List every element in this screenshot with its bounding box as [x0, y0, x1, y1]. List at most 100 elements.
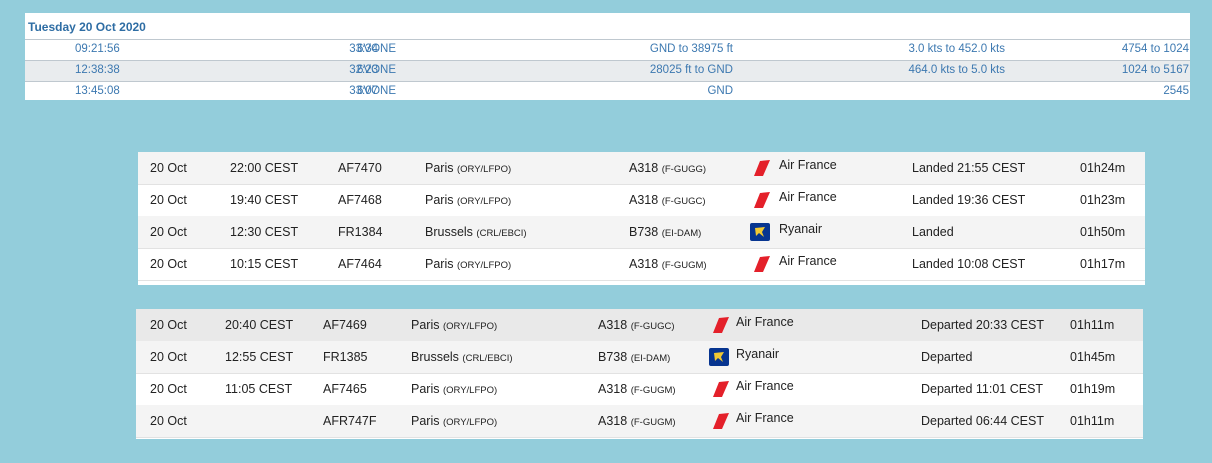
- flight-date: 20 Oct: [150, 161, 187, 175]
- aircraft-registration: (F-GUGM): [630, 385, 676, 396]
- history-flight-link[interactable]: 6VONE: [357, 64, 396, 76]
- history-flight-link[interactable]: 6VONE: [357, 43, 396, 55]
- flight-row[interactable]: 20 Oct 22:00 CEST AF7470 Paris (ORY/LFPO…: [138, 152, 1145, 185]
- flight-row[interactable]: 20 Oct 12:30 CEST FR1384 Brussels (CRL/E…: [138, 216, 1145, 249]
- history-altitude: 28025 ft to GND: [649, 64, 733, 76]
- flight-route[interactable]: Paris (ORY/LFPO): [411, 414, 497, 428]
- flight-history-table: Tuesday 20 Oct 2020 09:21:56 33:34 6VONE…: [25, 13, 1190, 100]
- route-codes: (CRL/EBCI): [462, 353, 513, 364]
- airline-name: Air France: [779, 254, 837, 268]
- route-codes: (ORY/LFPO): [456, 260, 512, 271]
- aircraft-type: A318: [598, 382, 628, 396]
- flight-route[interactable]: Paris (ORY/LFPO): [411, 382, 497, 396]
- airline-name: Air France: [736, 379, 794, 393]
- flight-duration: 01h17m: [1080, 257, 1126, 271]
- history-row[interactable]: 13:45:08 33:07 6VONE GND 2545: [25, 81, 1190, 102]
- route-codes: (CRL/EBCI): [476, 228, 527, 239]
- route-city: Paris: [425, 161, 454, 175]
- aircraft-type: B738: [598, 350, 628, 364]
- flight-number[interactable]: AFR747F: [323, 414, 377, 428]
- flight-row[interactable]: 20 Oct AFR747F Paris (ORY/LFPO) A318 (F-…: [136, 405, 1143, 438]
- route-city: Paris: [411, 382, 440, 396]
- flight-date: 20 Oct: [150, 318, 187, 332]
- airline-logo-icon: [709, 380, 729, 398]
- airline-name: Air France: [779, 158, 837, 172]
- route-codes: (ORY/LFPO): [442, 385, 498, 396]
- flight-status: Landed 19:36 CEST: [912, 193, 1026, 207]
- history-speed: 3.0 kts to 452.0 kts: [908, 43, 1005, 55]
- flight-number[interactable]: AF7465: [323, 382, 367, 396]
- flight-aircraft[interactable]: A318 (F-GUGC): [629, 193, 705, 207]
- flight-date: 20 Oct: [150, 257, 187, 271]
- route-city: Paris: [425, 257, 454, 271]
- aircraft-type: A318: [598, 318, 628, 332]
- flight-aircraft[interactable]: A318 (F-GUGG): [629, 161, 706, 175]
- history-altitude: GND to 38975 ft: [649, 43, 733, 55]
- history-squawk: 1024 to 5167: [1121, 64, 1189, 76]
- aircraft-type: A318: [629, 161, 659, 175]
- flight-time: 22:00 CEST: [230, 161, 299, 175]
- airline-name: Ryanair: [779, 222, 823, 236]
- flight-route[interactable]: Brussels (CRL/EBCI): [425, 225, 527, 239]
- airline-name: Ryanair: [736, 347, 780, 361]
- flight-status: Departed 20:33 CEST: [921, 318, 1044, 332]
- flight-number[interactable]: AF7464: [338, 257, 382, 271]
- route-city: Brussels: [425, 225, 473, 239]
- flight-number[interactable]: FR1384: [338, 225, 382, 239]
- flight-aircraft[interactable]: A318 (F-GUGM): [598, 414, 676, 428]
- airline-logo-icon: [750, 159, 770, 177]
- flight-route[interactable]: Paris (ORY/LFPO): [411, 318, 497, 332]
- history-time: 09:21:56: [75, 43, 120, 55]
- flight-aircraft[interactable]: A318 (F-GUGC): [598, 318, 674, 332]
- flight-time: 20:40 CEST: [225, 318, 294, 332]
- flight-status: Landed: [912, 225, 954, 239]
- flight-duration: 01h24m: [1080, 161, 1126, 175]
- flight-duration: 01h11m: [1070, 414, 1115, 428]
- flight-time: 12:55 CEST: [225, 350, 294, 364]
- flight-duration: 01h23m: [1080, 193, 1126, 207]
- flight-time: 10:15 CEST: [230, 257, 299, 271]
- flight-aircraft[interactable]: B738 (EI-DAM): [598, 350, 670, 364]
- flight-number[interactable]: AF7469: [323, 318, 367, 332]
- flight-status: Departed 06:44 CEST: [921, 414, 1044, 428]
- flight-row[interactable]: 20 Oct 10:15 CEST AF7464 Paris (ORY/LFPO…: [138, 248, 1145, 281]
- flight-aircraft[interactable]: B738 (EI-DAM): [629, 225, 701, 239]
- flight-duration: 01h50m: [1080, 225, 1126, 239]
- flight-time: 12:30 CEST: [230, 225, 299, 239]
- flight-route[interactable]: Paris (ORY/LFPO): [425, 257, 511, 271]
- route-city: Paris: [425, 193, 454, 207]
- flight-route[interactable]: Paris (ORY/LFPO): [425, 193, 511, 207]
- history-date-heading: Tuesday 20 Oct 2020: [28, 20, 146, 34]
- aircraft-registration: (EI-DAM): [630, 353, 671, 364]
- flight-duration: 01h11m: [1070, 318, 1115, 332]
- flight-duration: 01h19m: [1070, 382, 1116, 396]
- airline-name: Air France: [779, 190, 837, 204]
- history-speed: 464.0 kts to 5.0 kts: [908, 64, 1005, 76]
- flight-number[interactable]: FR1385: [323, 350, 367, 364]
- flight-aircraft[interactable]: A318 (F-GUGM): [598, 382, 676, 396]
- flight-row[interactable]: 20 Oct 20:40 CEST AF7469 Paris (ORY/LFPO…: [136, 309, 1143, 342]
- aircraft-registration: (F-GUGG): [661, 164, 707, 175]
- flight-aircraft[interactable]: A318 (F-GUGM): [629, 257, 707, 271]
- flight-date: 20 Oct: [150, 414, 187, 428]
- history-flight-link[interactable]: 6VONE: [357, 85, 396, 97]
- flight-status: Landed 21:55 CEST: [912, 161, 1026, 175]
- flight-number[interactable]: AF7468: [338, 193, 382, 207]
- airline-logo-icon: [709, 412, 729, 430]
- flight-row[interactable]: 20 Oct 11:05 CEST AF7465 Paris (ORY/LFPO…: [136, 373, 1143, 406]
- history-time: 12:38:38: [75, 64, 120, 76]
- flight-time: 19:40 CEST: [230, 193, 299, 207]
- flight-route[interactable]: Paris (ORY/LFPO): [425, 161, 511, 175]
- flight-route[interactable]: Brussels (CRL/EBCI): [411, 350, 513, 364]
- flight-date: 20 Oct: [150, 382, 187, 396]
- flight-number[interactable]: AF7470: [338, 161, 382, 175]
- airline-logo-icon: [750, 223, 770, 241]
- departures-table: 20 Oct 20:40 CEST AF7469 Paris (ORY/LFPO…: [136, 309, 1143, 439]
- history-row[interactable]: 09:21:56 33:34 6VONE GND to 38975 ft 3.0…: [25, 39, 1190, 60]
- flight-row[interactable]: 20 Oct 19:40 CEST AF7468 Paris (ORY/LFPO…: [138, 184, 1145, 217]
- route-codes: (ORY/LFPO): [442, 321, 498, 332]
- history-row[interactable]: 12:38:38 32:23 6VONE 28025 ft to GND 464…: [25, 60, 1190, 81]
- flight-date: 20 Oct: [150, 350, 187, 364]
- airline-logo-icon: [750, 255, 770, 273]
- flight-row[interactable]: 20 Oct 12:55 CEST FR1385 Brussels (CRL/E…: [136, 341, 1143, 374]
